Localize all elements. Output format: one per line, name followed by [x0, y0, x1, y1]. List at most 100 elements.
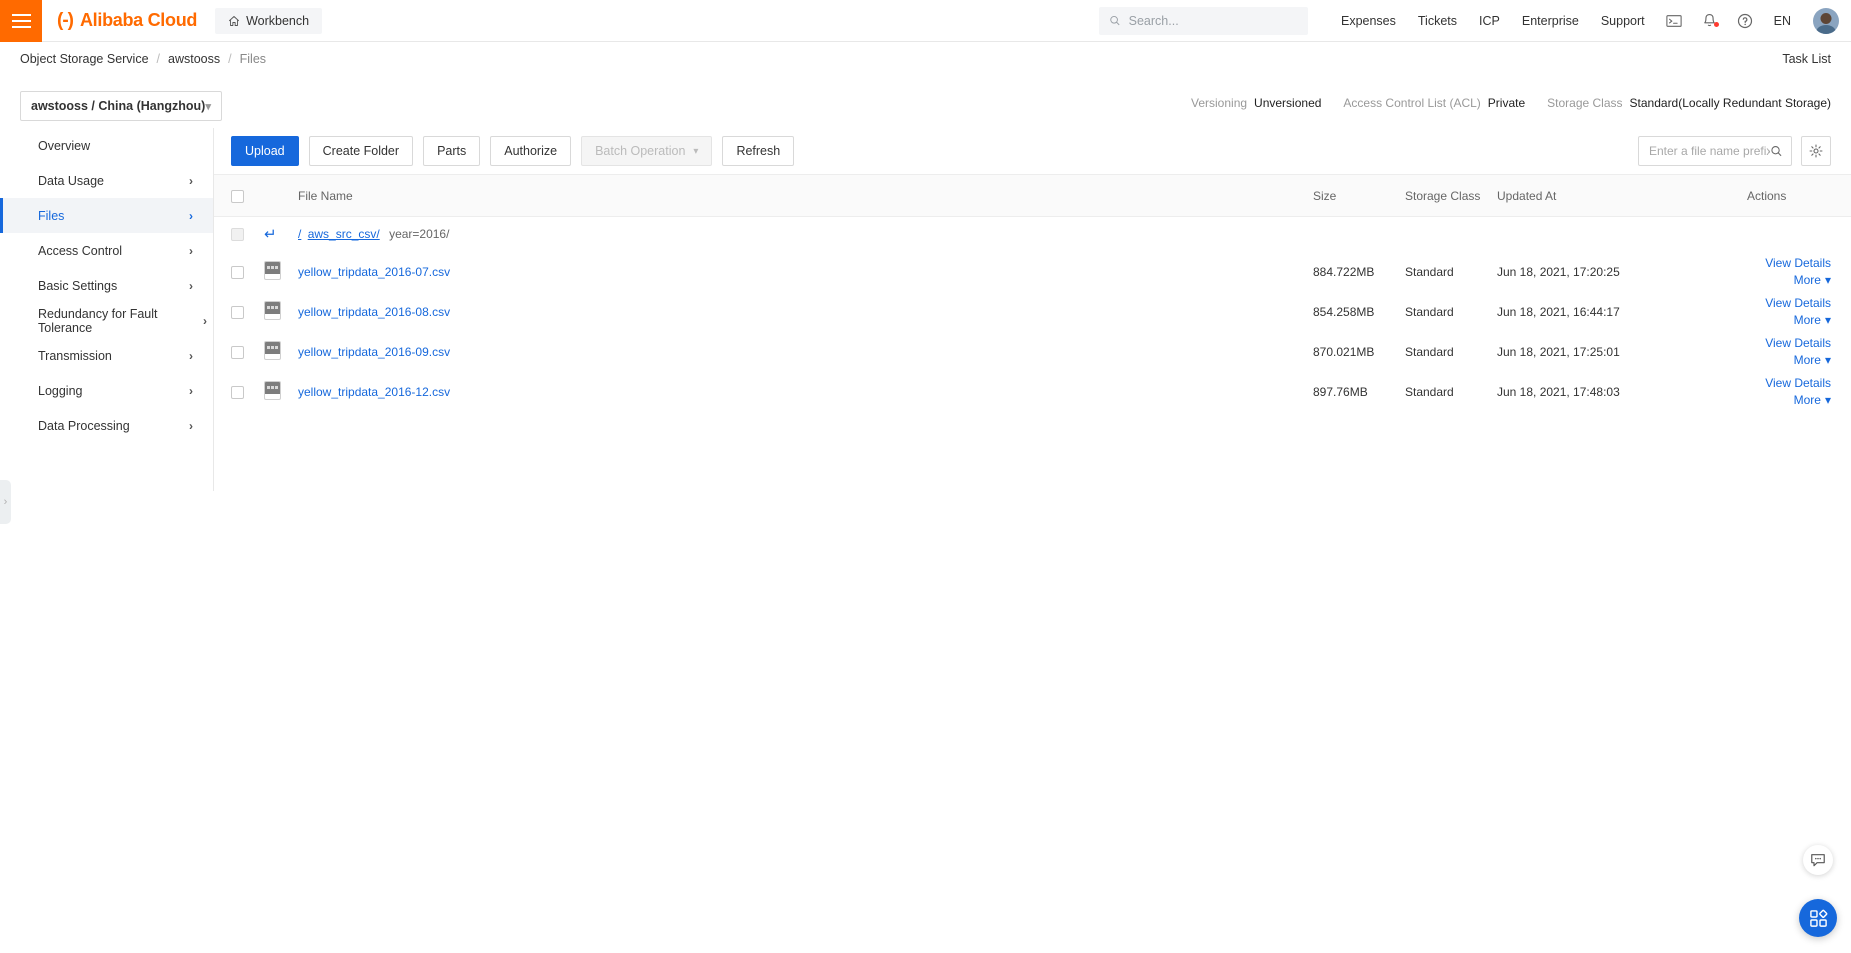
- row-checkbox[interactable]: [231, 345, 244, 359]
- table-row[interactable]: yellow_tripdata_2016-09.csv 870.021MB St…: [214, 332, 1851, 372]
- chevron-right-icon: ›: [203, 313, 207, 328]
- more-actions-button[interactable]: More ▾: [1747, 313, 1831, 327]
- back-arrow-icon[interactable]: ↵: [264, 226, 277, 243]
- breadcrumb-item-bucket[interactable]: awstooss: [168, 52, 220, 66]
- files-table-body: ↵ / aws_src_csv/ year=2016/ yellow_tripd…: [214, 217, 1851, 412]
- path-parent-link[interactable]: aws_src_csv/: [308, 227, 380, 241]
- parent-path-row: ↵ / aws_src_csv/ year=2016/: [214, 217, 1851, 252]
- csv-file-icon: [264, 340, 281, 360]
- topnav-link-tickets[interactable]: Tickets: [1407, 0, 1468, 42]
- file-name-link[interactable]: yellow_tripdata_2016-07.csv: [298, 265, 450, 279]
- file-updated-at-cell: Jun 18, 2021, 17:48:03: [1497, 384, 1620, 399]
- sidebar-item-access-control[interactable]: Access Control ›: [0, 233, 213, 268]
- topnav-link-enterprise[interactable]: Enterprise: [1511, 0, 1590, 42]
- more-actions-button[interactable]: More ▾: [1747, 273, 1831, 287]
- view-details-link[interactable]: View Details: [1747, 376, 1831, 390]
- file-name-link[interactable]: yellow_tripdata_2016-09.csv: [298, 345, 450, 359]
- sidebar-item-label: Basic Settings: [38, 278, 118, 293]
- row-checkbox[interactable]: [231, 265, 244, 279]
- parts-button[interactable]: Parts: [423, 136, 481, 166]
- hamburger-icon[interactable]: [0, 0, 42, 42]
- bucket-selector[interactable]: awstooss / China (Hangzhou) ▾: [20, 91, 222, 121]
- bucket-meta-row: Versioning Unversioned Access Control Li…: [1191, 96, 1831, 110]
- csv-file-icon: [264, 380, 281, 400]
- more-actions-button[interactable]: More ▾: [1747, 393, 1831, 407]
- bell-icon[interactable]: [1692, 13, 1727, 29]
- file-name-link[interactable]: yellow_tripdata_2016-08.csv: [298, 305, 450, 319]
- breadcrumb-separator: /: [228, 52, 232, 66]
- bucket-selector-value: awstooss / China (Hangzhou): [31, 99, 206, 113]
- table-row[interactable]: yellow_tripdata_2016-07.csv 884.722MB St…: [214, 252, 1851, 292]
- row-checkbox[interactable]: [231, 305, 244, 319]
- breadcrumb-item-service[interactable]: Object Storage Service: [20, 52, 149, 66]
- batch-operation-label: Batch Operation: [595, 144, 686, 158]
- help-icon[interactable]: [1727, 13, 1763, 29]
- sidebar-item-logging[interactable]: Logging ›: [0, 373, 213, 408]
- sidebar-item-data-usage[interactable]: Data Usage ›: [0, 163, 213, 198]
- sidebar-item-overview[interactable]: Overview: [0, 128, 213, 163]
- view-details-link[interactable]: View Details: [1747, 256, 1831, 270]
- terminal-icon[interactable]: [1656, 14, 1692, 28]
- path-current-folder: year=2016/: [389, 227, 450, 242]
- apps-launcher-button[interactable]: [1799, 899, 1837, 937]
- file-name-cell: yellow_tripdata_2016-12.csv: [290, 372, 1305, 412]
- row-checkbox-cell: [214, 252, 256, 292]
- topnav-link-expenses[interactable]: Expenses: [1330, 0, 1407, 42]
- more-actions-label: More: [1793, 313, 1821, 327]
- breadcrumb-item-files: Files: [239, 52, 267, 66]
- file-icon-cell: [256, 292, 290, 332]
- table-row[interactable]: yellow_tripdata_2016-12.csv 897.76MB Sta…: [214, 372, 1851, 412]
- more-actions-label: More: [1793, 393, 1821, 407]
- brand-logo[interactable]: (-) Alibaba Cloud: [57, 10, 197, 31]
- create-folder-button[interactable]: Create Folder: [308, 136, 414, 166]
- file-storage-class-cell: Standard: [1405, 384, 1454, 399]
- path-root-link[interactable]: /: [298, 227, 301, 241]
- column-header-storage-class: Storage Class: [1397, 174, 1489, 217]
- file-name-link[interactable]: yellow_tripdata_2016-12.csv: [298, 385, 450, 399]
- chevron-right-icon: ›: [189, 383, 193, 398]
- select-all-checkbox[interactable]: [231, 189, 244, 203]
- file-name-cell: yellow_tripdata_2016-09.csv: [290, 332, 1305, 372]
- chevron-right-icon: ›: [189, 418, 193, 433]
- workbench-label: Workbench: [246, 13, 310, 28]
- sidebar-item-label: Transmission: [38, 348, 112, 363]
- chevron-right-icon: ›: [189, 243, 193, 258]
- task-list-button[interactable]: Task List: [1782, 52, 1831, 66]
- sidebar-item-redundancy-for-fault-tolerance[interactable]: Redundancy for Fault Tolerance ›: [0, 303, 213, 338]
- file-storage-class-cell: Standard: [1405, 304, 1454, 319]
- sidebar-item-basic-settings[interactable]: Basic Settings ›: [0, 268, 213, 303]
- file-actions-cell: View Details More ▾: [1739, 332, 1851, 372]
- sidebar-item-data-processing[interactable]: Data Processing ›: [0, 408, 213, 443]
- files-toolbar: Upload Create Folder Parts Authorize Bat…: [214, 128, 1851, 174]
- avatar[interactable]: [1813, 7, 1839, 34]
- global-search-input[interactable]: [1128, 13, 1298, 28]
- file-updated-at-cell: Jun 18, 2021, 17:20:25: [1497, 264, 1620, 279]
- search-icon[interactable]: [1770, 144, 1783, 158]
- top-navigation-bar: (-) Alibaba Cloud Workbench Expenses Tic…: [0, 0, 1851, 42]
- authorize-button[interactable]: Authorize: [490, 136, 572, 166]
- file-prefix-search[interactable]: [1638, 136, 1792, 166]
- refresh-button[interactable]: Refresh: [722, 136, 795, 166]
- file-prefix-input[interactable]: [1649, 144, 1771, 158]
- chevron-right-icon: ›: [3, 496, 8, 508]
- view-details-link[interactable]: View Details: [1747, 296, 1831, 310]
- language-selector[interactable]: EN: [1763, 0, 1802, 42]
- file-name-cell: yellow_tripdata_2016-08.csv: [290, 292, 1305, 332]
- more-actions-button[interactable]: More ▾: [1747, 353, 1831, 367]
- main-content: Upload Create Folder Parts Authorize Bat…: [214, 128, 1851, 412]
- global-search-box[interactable]: [1098, 6, 1308, 35]
- topnav-link-icp[interactable]: ICP: [1468, 0, 1511, 42]
- topnav-link-support[interactable]: Support: [1590, 0, 1656, 42]
- table-row[interactable]: yellow_tripdata_2016-08.csv 854.258MB St…: [214, 292, 1851, 332]
- column-header-size: Size: [1305, 174, 1397, 217]
- column-settings-button[interactable]: [1801, 136, 1831, 166]
- sidebar-item-files[interactable]: Files ›: [0, 198, 213, 233]
- sidebar-collapse-handle[interactable]: ›: [0, 480, 11, 524]
- row-checkbox[interactable]: [231, 385, 244, 399]
- upload-button[interactable]: Upload: [231, 136, 299, 166]
- batch-operation-button[interactable]: Batch Operation ▾: [581, 136, 713, 166]
- sidebar-item-transmission[interactable]: Transmission ›: [0, 338, 213, 373]
- feedback-chat-button[interactable]: [1803, 845, 1833, 875]
- workbench-button[interactable]: Workbench: [215, 7, 323, 34]
- view-details-link[interactable]: View Details: [1747, 336, 1831, 350]
